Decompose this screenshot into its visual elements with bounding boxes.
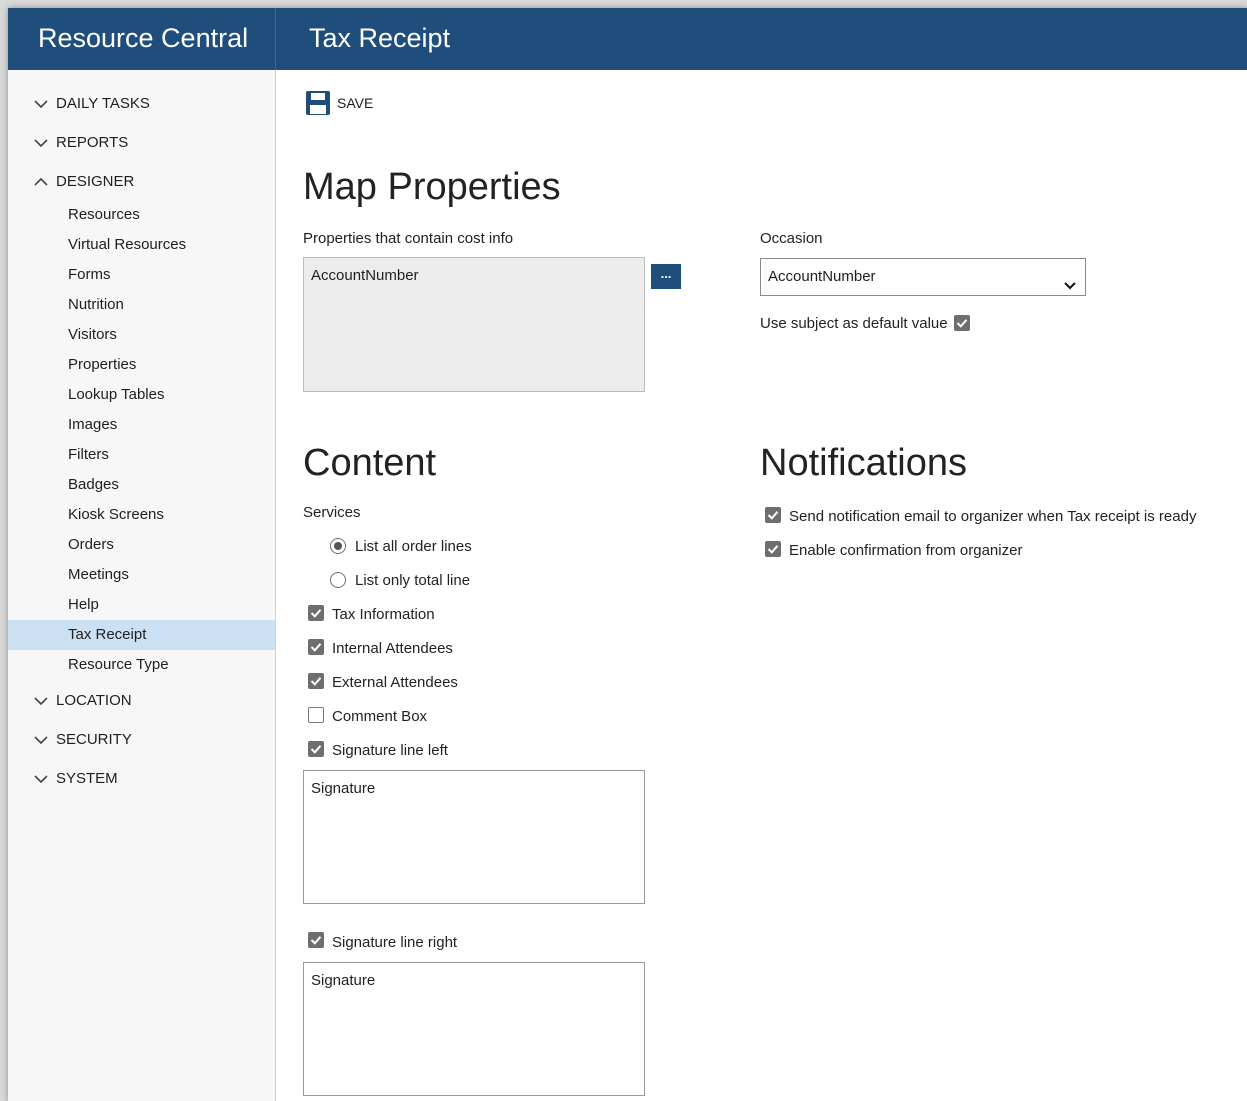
sidebar-section-designer[interactable]: DESIGNER: [32, 171, 134, 193]
signature-right-label: Signature line right: [332, 934, 458, 951]
list-all-order-lines-label: List all order lines: [355, 538, 472, 555]
signature-left-checkbox[interactable]: [308, 741, 324, 757]
sidebar-item-filters[interactable]: Filters: [8, 440, 275, 470]
signature-left-label: Signature line left: [332, 742, 448, 759]
comment-box-label: Comment Box: [332, 708, 428, 725]
sidebar-section-label: LOCATION: [56, 692, 132, 709]
sidebar-item-resource-type[interactable]: Resource Type: [8, 650, 275, 680]
sidebar-item-meetings[interactable]: Meetings: [8, 560, 275, 590]
sidebar-item-images[interactable]: Images: [8, 410, 275, 440]
internal-attendees-checkbox[interactable]: [308, 639, 324, 655]
signature-right-text: Signature: [311, 972, 376, 989]
sidebar-item-forms[interactable]: Forms: [8, 260, 275, 290]
internal-attendees-label: Internal Attendees: [332, 640, 453, 657]
send-notification-checkbox[interactable]: [765, 507, 781, 523]
sidebar-item-properties[interactable]: Properties: [8, 350, 275, 380]
app-window: Resource Central Tax Receipt DAILY TASKS…: [8, 8, 1247, 1101]
browse-properties-button[interactable]: ...: [651, 264, 681, 289]
use-subject-label: Use subject as default value: [760, 315, 948, 332]
chevron-down-icon: [32, 95, 50, 113]
save-icon: [305, 90, 331, 116]
list-all-order-lines-radio[interactable]: [330, 538, 346, 554]
sidebar-section-label: SYSTEM: [56, 770, 118, 787]
sidebar-item-help[interactable]: Help: [8, 590, 275, 620]
app-title: Resource Central: [8, 8, 276, 70]
save-button[interactable]: SAVE: [305, 90, 373, 116]
list-only-total-line-radio[interactable]: [330, 572, 346, 588]
sidebar-item-resources[interactable]: Resources: [8, 200, 275, 230]
cost-info-label: Properties that contain cost info: [303, 230, 514, 247]
chevron-down-icon: [32, 134, 50, 152]
page-title: Tax Receipt: [309, 23, 451, 53]
sidebar-item-virtual-resources[interactable]: Virtual Resources: [8, 230, 275, 260]
chevron-down-icon: [32, 692, 50, 710]
sidebar-item-kiosk-screens[interactable]: Kiosk Screens: [8, 500, 275, 530]
sidebar-section-label: SECURITY: [56, 731, 132, 748]
sidebar-item-badges[interactable]: Badges: [8, 470, 275, 500]
sidebar-section-label: DESIGNER: [56, 173, 135, 190]
signature-left-field[interactable]: Signature: [303, 770, 645, 904]
occasion-value: AccountNumber: [768, 268, 876, 285]
content-heading: Content: [303, 442, 437, 484]
chevron-down-icon: [1063, 271, 1077, 290]
notifications-heading: Notifications: [760, 442, 967, 484]
chevron-down-icon: [32, 731, 50, 749]
enable-confirmation-checkbox[interactable]: [765, 541, 781, 557]
signature-right-field[interactable]: Signature: [303, 962, 645, 1096]
tax-information-label: Tax Information: [332, 606, 435, 623]
sidebar-section-location[interactable]: LOCATION: [32, 690, 132, 712]
signature-right-checkbox[interactable]: [308, 932, 324, 948]
sidebar: DAILY TASKS REPORTS DESIGNER Resources V…: [8, 70, 276, 1101]
sidebar-item-visitors[interactable]: Visitors: [8, 320, 275, 350]
list-only-total-line-label: List only total line: [355, 572, 471, 589]
sidebar-section-security[interactable]: SECURITY: [32, 729, 132, 751]
comment-box-checkbox[interactable]: [308, 707, 324, 723]
use-subject-checkbox[interactable]: [954, 315, 970, 331]
sidebar-section-label: DAILY TASKS: [56, 95, 150, 112]
map-properties-heading: Map Properties: [303, 166, 561, 208]
external-attendees-label: External Attendees: [332, 674, 458, 691]
sidebar-section-system[interactable]: SYSTEM: [32, 768, 118, 790]
sidebar-section-daily-tasks[interactable]: DAILY TASKS: [32, 93, 150, 115]
main-content: SAVE Map Properties Properties that cont…: [277, 70, 1247, 1101]
sidebar-item-tax-receipt[interactable]: Tax Receipt: [8, 620, 275, 650]
signature-left-text: Signature: [311, 780, 376, 797]
occasion-select[interactable]: AccountNumber: [760, 258, 1086, 296]
sidebar-item-lookup-tables[interactable]: Lookup Tables: [8, 380, 275, 410]
sidebar-item-orders[interactable]: Orders: [8, 530, 275, 560]
sidebar-section-label: REPORTS: [56, 134, 129, 151]
cost-info-value: AccountNumber: [311, 267, 419, 284]
save-label: SAVE: [337, 95, 374, 111]
chevron-down-icon: [32, 770, 50, 788]
tax-information-checkbox[interactable]: [308, 605, 324, 621]
occasion-label: Occasion: [760, 230, 823, 247]
external-attendees-checkbox[interactable]: [308, 673, 324, 689]
top-bar: Resource Central Tax Receipt: [8, 8, 1247, 70]
sidebar-item-nutrition[interactable]: Nutrition: [8, 290, 275, 320]
enable-confirmation-label: Enable confirmation from organizer: [789, 542, 1023, 559]
chevron-up-icon: [32, 173, 50, 191]
services-label: Services: [303, 504, 361, 521]
send-notification-label: Send notification email to organizer whe…: [789, 508, 1197, 525]
sidebar-section-reports[interactable]: REPORTS: [32, 132, 128, 154]
cost-info-field[interactable]: AccountNumber: [303, 257, 645, 392]
